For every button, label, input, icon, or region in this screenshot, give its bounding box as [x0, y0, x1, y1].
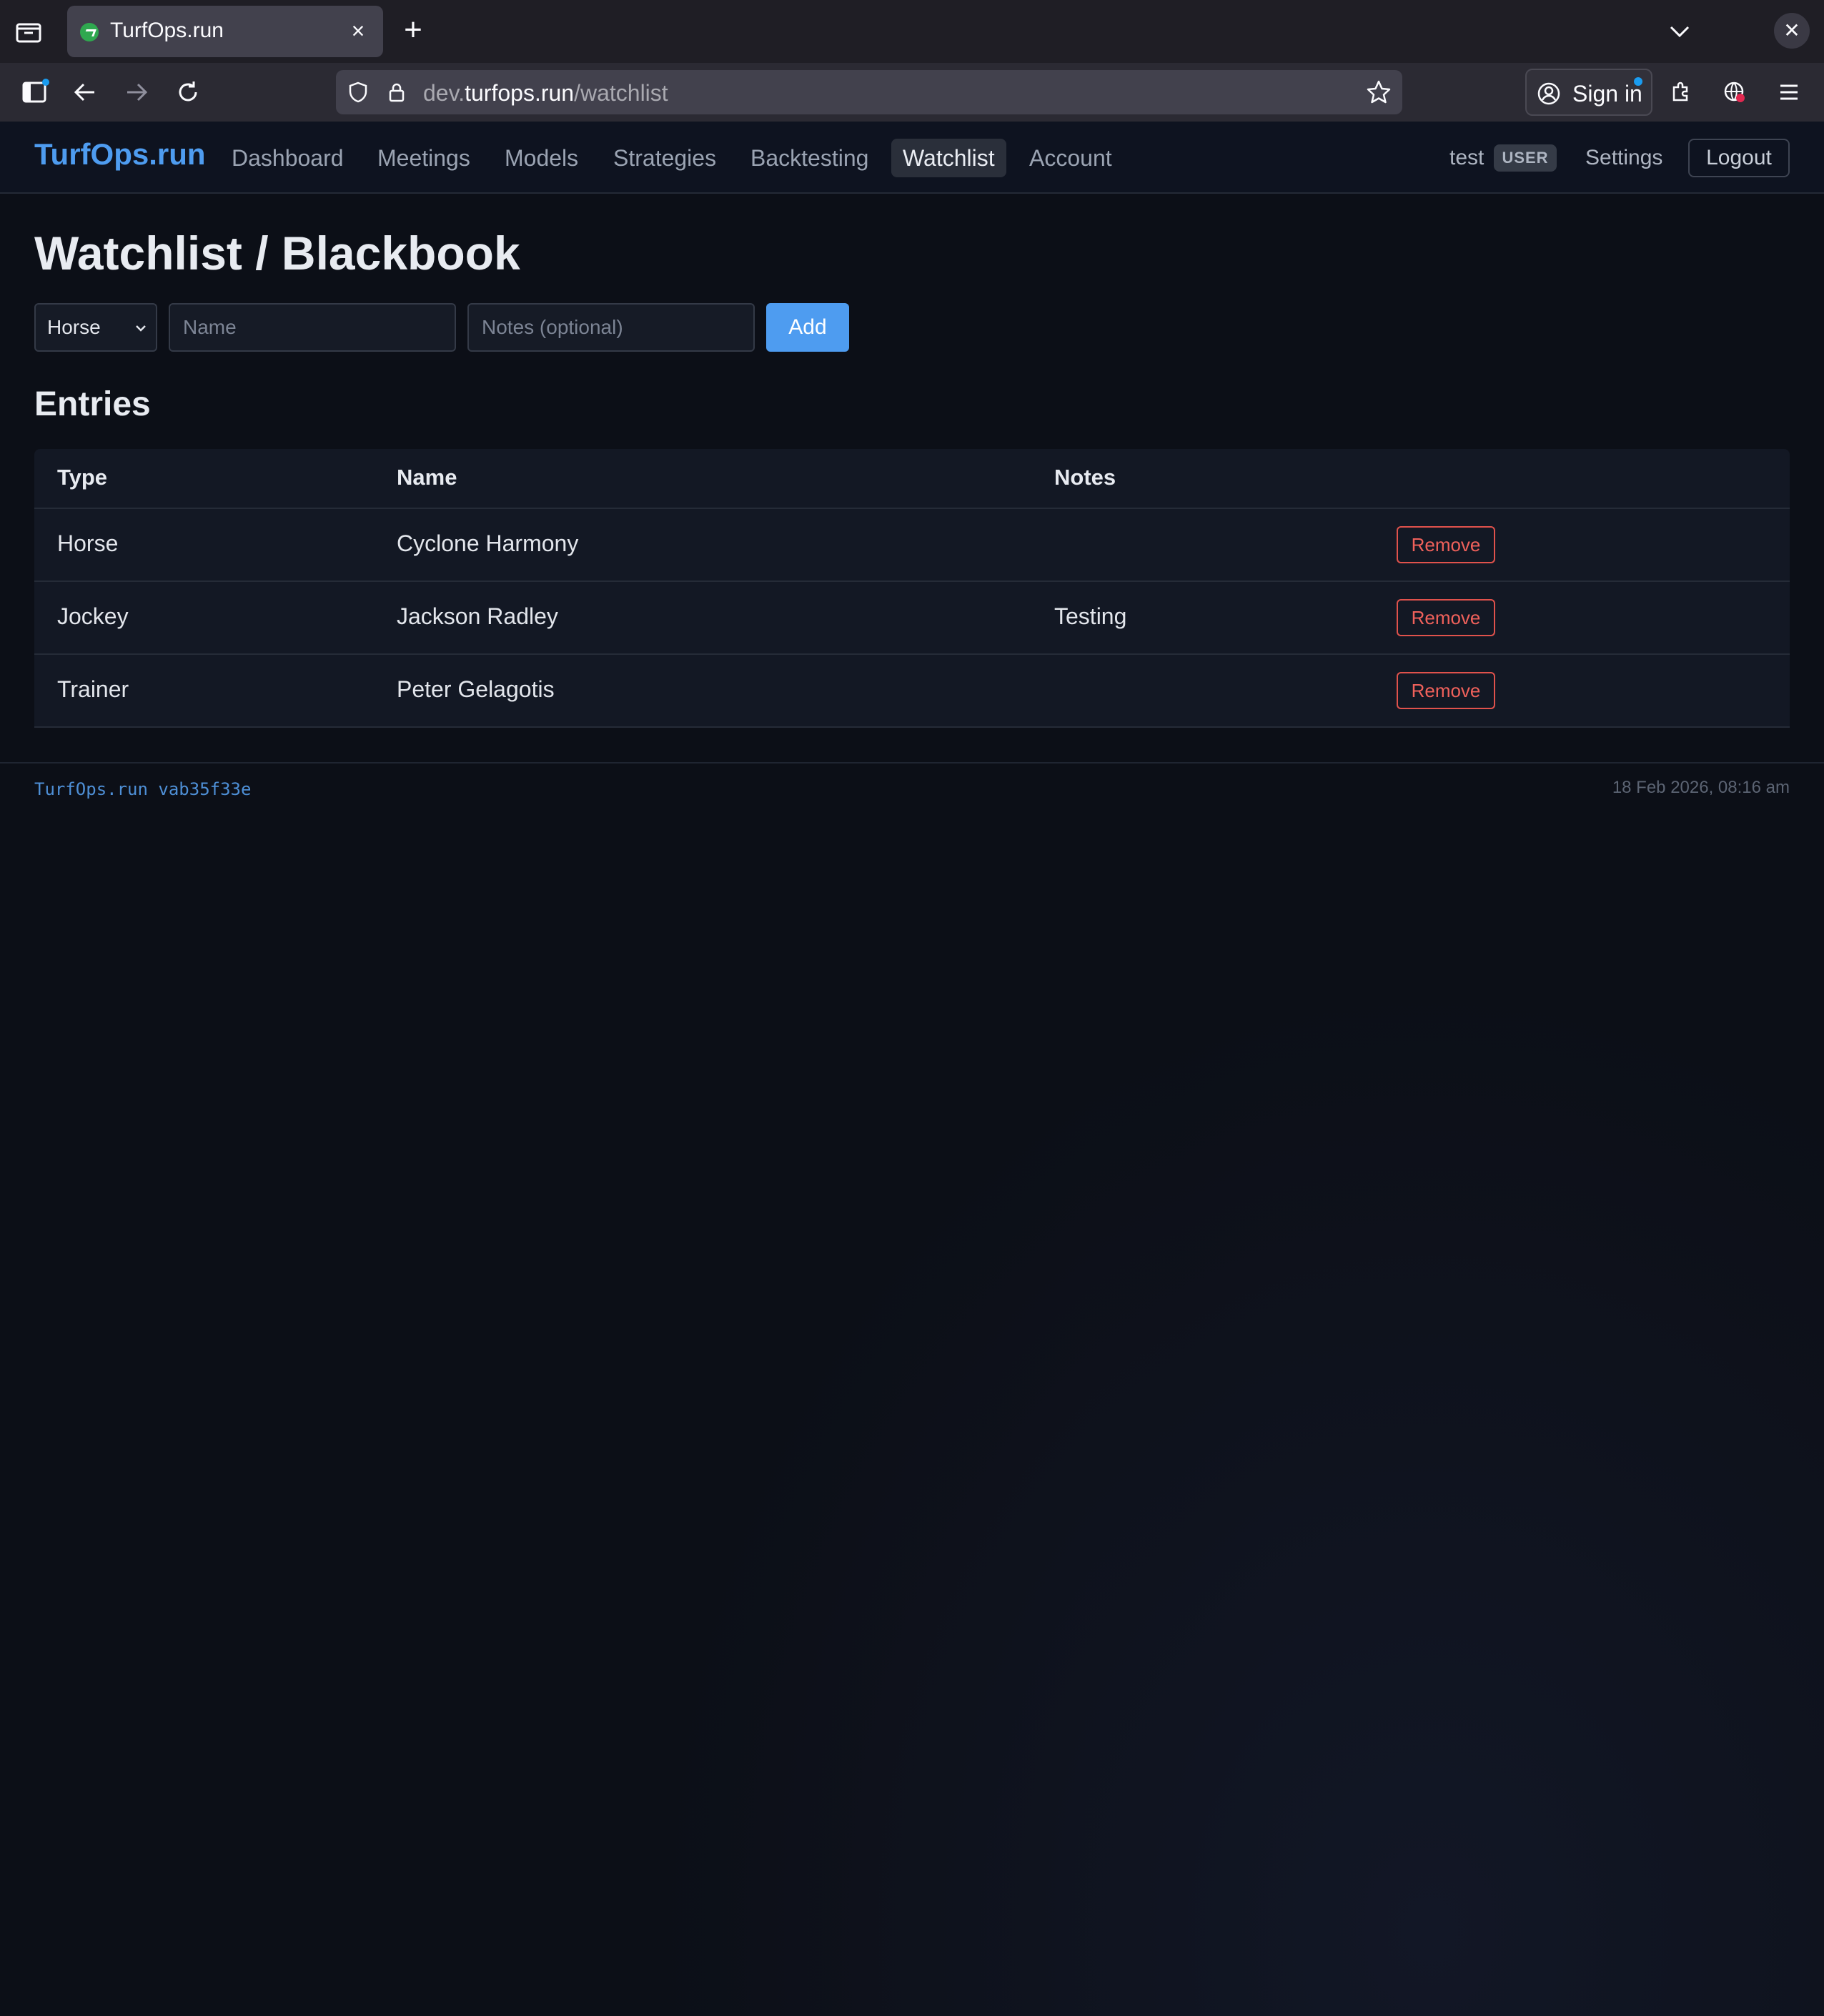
url-text[interactable]: dev.turfops.run/watchlist [423, 80, 668, 107]
browser-toolbar: dev.turfops.run/watchlist Sign in [0, 63, 1824, 122]
column-header-name: Name [397, 465, 457, 490]
app-menu-icon[interactable] [1773, 76, 1805, 109]
tab-overview-icon[interactable] [14, 19, 43, 44]
add-button[interactable]: Add [766, 303, 849, 352]
url-domain: turfops.run [465, 80, 575, 106]
chevron-down-icon [136, 325, 146, 332]
brand-logo[interactable]: TurfOps.run [34, 137, 206, 172]
nav-models[interactable]: Models [493, 139, 590, 177]
new-tab-icon[interactable]: + [397, 14, 429, 47]
lock-icon[interactable] [385, 80, 409, 104]
table-row: Jockey Jackson Radley Testing Remove [34, 580, 1790, 653]
nav-dashboard[interactable]: Dashboard [220, 139, 355, 177]
browser-tab[interactable]: TurfOps.run × [67, 6, 383, 57]
entry-type-select[interactable]: Horse [34, 303, 157, 352]
logout-button[interactable]: Logout [1688, 139, 1790, 177]
cell-type: Trainer [57, 676, 129, 702]
bookmark-star-icon[interactable] [1365, 79, 1392, 106]
entries-section-title: Entries [34, 385, 151, 423]
notes-input[interactable] [467, 303, 755, 352]
extension-globe-icon[interactable] [1718, 76, 1751, 109]
window-close-icon[interactable]: ✕ [1774, 13, 1810, 49]
user-name: test [1449, 146, 1485, 169]
remove-button[interactable]: Remove [1397, 599, 1495, 636]
nav-strategies[interactable]: Strategies [602, 139, 728, 177]
site-favicon-icon [80, 23, 99, 41]
tab-title: TurfOps.run [110, 19, 224, 42]
sign-in-label: Sign in [1572, 81, 1642, 107]
forward-arrow-icon[interactable] [120, 76, 153, 109]
footer-divider [0, 762, 1824, 764]
column-header-notes: Notes [1054, 465, 1116, 490]
notification-dot [1634, 77, 1642, 86]
nav-meetings[interactable]: Meetings [366, 139, 482, 177]
table-row: Trainer Peter Gelagotis Remove [34, 653, 1790, 726]
extensions-puzzle-icon[interactable] [1665, 76, 1698, 109]
browser-window: TurfOps.run × + ✕ dev.turfops.run/watchl… [0, 0, 1824, 2016]
tab-close-icon[interactable]: × [343, 16, 373, 46]
address-bar[interactable]: dev.turfops.run/watchlist [336, 70, 1402, 114]
nav-backtesting[interactable]: Backtesting [739, 139, 880, 177]
cell-notes: Testing [1054, 603, 1127, 629]
entry-type-selected-value: Horse [47, 316, 101, 338]
nav-account[interactable]: Account [1018, 139, 1124, 177]
remove-button[interactable]: Remove [1397, 526, 1495, 563]
table-divider [34, 726, 1790, 728]
sidebar-toggle-icon[interactable] [19, 76, 51, 109]
sign-in-button[interactable]: Sign in [1525, 69, 1652, 116]
back-arrow-icon[interactable] [69, 76, 101, 109]
column-header-type: Type [57, 465, 108, 490]
url-path: /watchlist [574, 80, 668, 106]
footer-version: TurfOps.run vab35f33e [34, 779, 252, 799]
tracking-protection-shield-icon[interactable] [346, 80, 370, 104]
cell-name: Jackson Radley [397, 603, 558, 629]
cell-type: Jockey [57, 603, 129, 629]
table-row: Horse Cyclone Harmony Remove [34, 508, 1790, 580]
tab-list-chevron-icon[interactable] [1665, 17, 1694, 46]
name-input[interactable] [169, 303, 456, 352]
settings-link[interactable]: Settings [1585, 139, 1662, 177]
cell-name: Peter Gelagotis [397, 676, 555, 702]
remove-button[interactable]: Remove [1397, 672, 1495, 709]
footer-timestamp: 18 Feb 2026, 08:16 am [1612, 778, 1790, 797]
reload-icon[interactable] [172, 76, 204, 109]
cell-type: Horse [57, 530, 119, 556]
cell-name: Cyclone Harmony [397, 530, 579, 556]
site-header: TurfOps.run Dashboard Meetings Models St… [0, 122, 1824, 194]
account-circle-icon [1537, 82, 1560, 105]
entries-table: Type Name Notes Horse Cyclone Harmony Re… [34, 449, 1790, 728]
url-subdomain: dev. [423, 80, 465, 106]
page-title: Watchlist / Blackbook [34, 227, 520, 280]
user-role-badge: USER [1494, 144, 1557, 172]
browser-tab-bar: TurfOps.run × + ✕ [0, 0, 1824, 63]
nav-watchlist[interactable]: Watchlist [891, 139, 1006, 177]
